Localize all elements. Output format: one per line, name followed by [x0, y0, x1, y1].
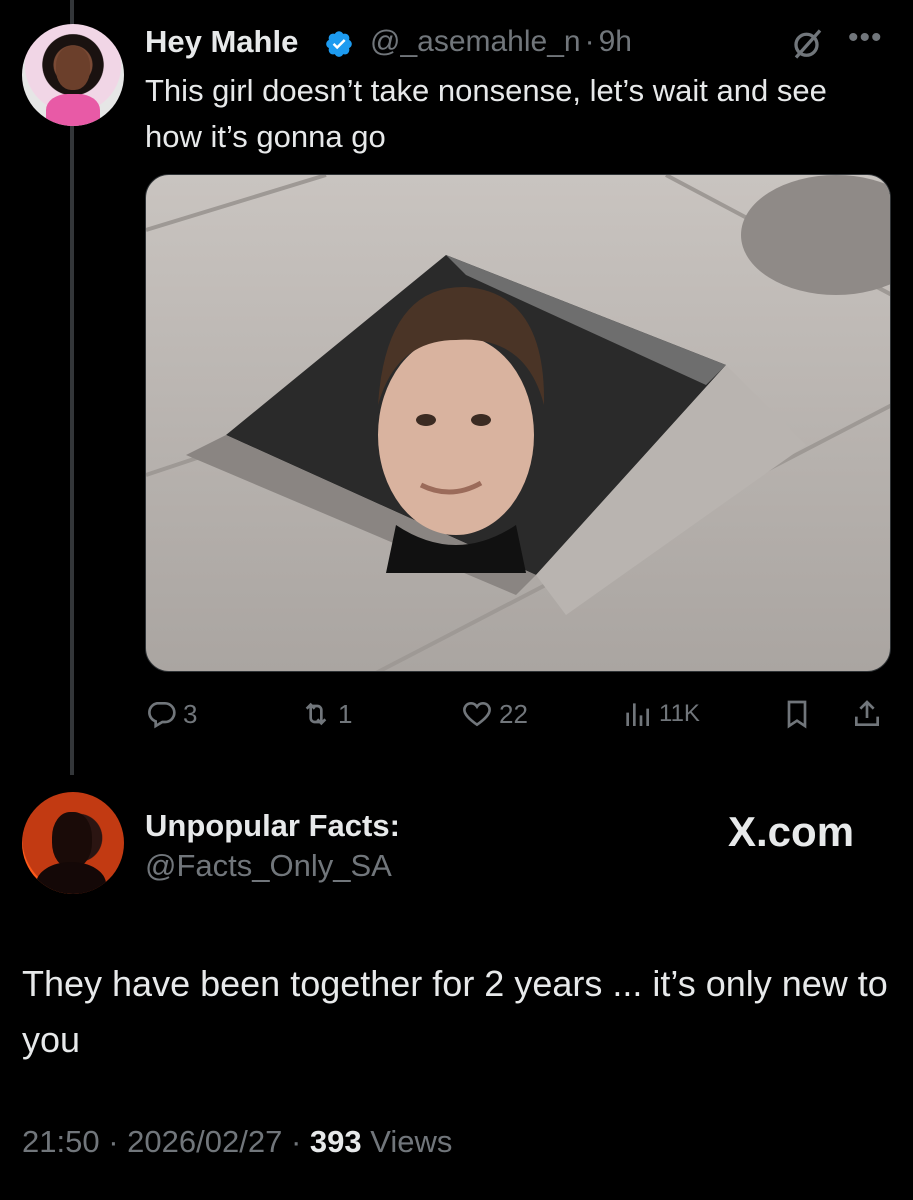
- views-label: Views: [370, 1124, 453, 1159]
- tweet-text: This girl doesn’t take nonsense, let’s w…: [145, 73, 827, 154]
- avatar[interactable]: [22, 24, 124, 126]
- author-handle[interactable]: @_asemahle_n: [370, 25, 581, 58]
- footer-separator: ·: [108, 1124, 119, 1159]
- like-icon: [463, 701, 491, 727]
- repost-icon: [305, 702, 327, 726]
- more-icon[interactable]: •••: [848, 23, 883, 53]
- reply-count: 3: [183, 698, 198, 729]
- tweet-date[interactable]: 2026/02/27: [127, 1124, 282, 1159]
- author-handle[interactable]: @Facts_Only_SA: [145, 848, 392, 884]
- reply-button[interactable]: 3: [145, 694, 197, 734]
- tweet-footer: 21:50 · 2026/02/27 · 393 Views: [22, 1122, 452, 1162]
- repost-button[interactable]: 1: [300, 694, 352, 734]
- like-button[interactable]: 22: [461, 694, 528, 734]
- tweet-actions-bar: 3 1 22 11K: [145, 694, 891, 734]
- like-count: 22: [499, 698, 528, 729]
- avatar[interactable]: [22, 792, 124, 894]
- views-count: 11K: [659, 700, 700, 727]
- views-count: 393: [309, 1124, 362, 1159]
- author-name[interactable]: Unpopular Facts:: [145, 808, 400, 844]
- footer-separator: ·: [290, 1124, 302, 1159]
- bookmark-icon: [787, 700, 807, 729]
- reply-icon: [148, 702, 176, 729]
- tweet-text: They have been together for 2 years ... …: [22, 963, 888, 1060]
- bookmark-button[interactable]: [781, 694, 813, 734]
- meta-separator: ·: [584, 25, 595, 58]
- avatar-shoulders: [36, 862, 106, 894]
- tweet-time[interactable]: 21:50: [22, 1124, 100, 1159]
- views-icon: [626, 703, 649, 726]
- repost-count: 1: [338, 698, 353, 729]
- tweet-media-image[interactable]: [145, 174, 891, 672]
- avatar-face: [56, 46, 90, 90]
- tweet-time[interactable]: 9h: [599, 25, 632, 58]
- author-name[interactable]: Hey Mahle: [145, 24, 298, 60]
- site-label: X.com: [728, 808, 855, 855]
- share-icon: [855, 700, 879, 726]
- verified-badge-icon: [326, 31, 352, 57]
- avatar-head: [52, 812, 92, 868]
- share-button[interactable]: [851, 694, 883, 734]
- views-button[interactable]: 11K: [621, 694, 700, 734]
- tweet-meta: @_asemahle_n · 9h: [370, 24, 632, 60]
- avatar-clothing: [46, 94, 100, 126]
- grok-icon[interactable]: [790, 26, 826, 62]
